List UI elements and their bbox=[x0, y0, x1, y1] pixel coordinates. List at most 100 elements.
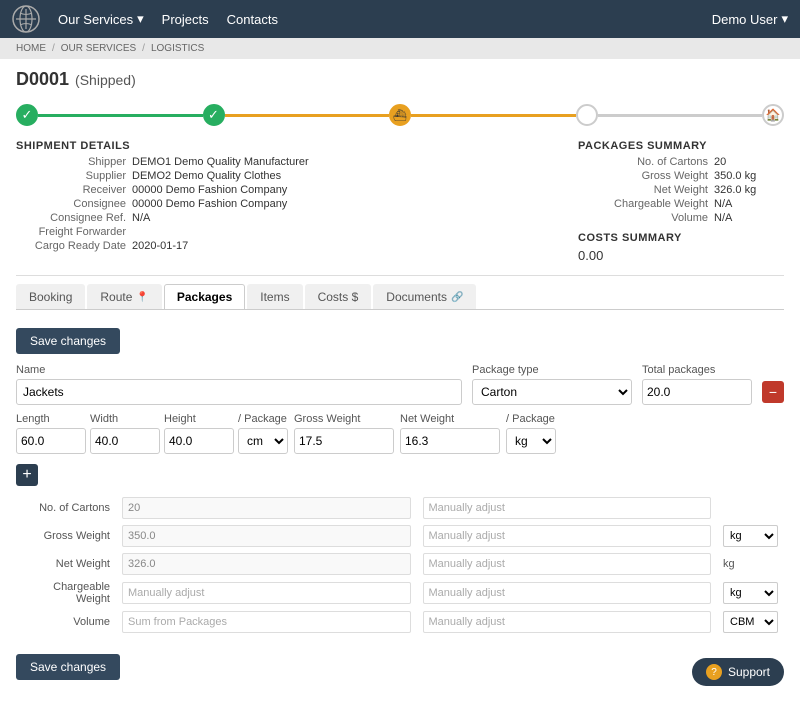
form-group-per-pkg-1: / Package cm in bbox=[238, 413, 288, 454]
net-weight-input[interactable] bbox=[400, 428, 500, 454]
packages-form: Save changes Name Package type Carton Pa… bbox=[16, 320, 784, 702]
step-booking: ✓ bbox=[16, 104, 38, 126]
summary-cell-chargeable-adjust bbox=[417, 578, 718, 608]
summary-net: Net Weight 326.0 kg bbox=[578, 184, 784, 196]
form-group-gross-weight: Gross Weight bbox=[294, 413, 394, 454]
breadcrumb: HOME / OUR SERVICES / LOGISTICS bbox=[0, 38, 800, 59]
detail-consignee: Consignee 00000 Demo Fashion Company bbox=[16, 198, 558, 210]
dim-unit-select[interactable]: cm in bbox=[238, 428, 288, 454]
volume-unit-select[interactable]: CBM CFT bbox=[723, 611, 778, 633]
net-weight-adjust-input[interactable] bbox=[423, 553, 712, 575]
gross-weight-adjust-input[interactable] bbox=[423, 525, 712, 547]
tab-documents[interactable]: Documents 🔗 bbox=[373, 284, 476, 309]
nav-our-services[interactable]: Our Services ▾ bbox=[58, 11, 144, 27]
summary-label-net: Net Weight bbox=[16, 550, 116, 578]
net-weight-value-input[interactable] bbox=[122, 553, 411, 575]
form-group-pkg-type: Package type Carton Pallet Box bbox=[472, 364, 632, 405]
tab-route[interactable]: Route 📍 bbox=[87, 284, 161, 309]
save-changes-top-button[interactable]: Save changes bbox=[16, 328, 120, 354]
tab-items[interactable]: Items bbox=[247, 284, 302, 309]
height-input[interactable] bbox=[164, 428, 234, 454]
add-package-row-button[interactable]: + bbox=[16, 464, 38, 486]
breadcrumb-logistics[interactable]: LOGISTICS bbox=[151, 43, 204, 54]
chargeable-unit-select[interactable]: kg lb bbox=[723, 582, 778, 604]
form-group-length: Length bbox=[16, 413, 84, 454]
breadcrumb-home[interactable]: HOME bbox=[16, 43, 46, 54]
pin-icon: 📍 bbox=[136, 292, 148, 303]
tab-booking[interactable]: Booking bbox=[16, 284, 85, 309]
summary-row-chargeable: Chargeable Weight kg lb bbox=[16, 578, 784, 608]
volume-adjust-input[interactable] bbox=[423, 611, 712, 633]
summary-row-gross-weight: Gross Weight kg lb bbox=[16, 522, 784, 550]
nav-contacts[interactable]: Contacts bbox=[227, 12, 278, 27]
step-line-4 bbox=[598, 114, 763, 117]
summary-row-net-weight: Net Weight kg bbox=[16, 550, 784, 578]
summary-cell-volume-value bbox=[116, 608, 417, 636]
summary-cell-chargeable-value bbox=[116, 578, 417, 608]
summary-volume: Volume N/A bbox=[578, 212, 784, 224]
form-row-1: Name Package type Carton Pallet Box Tota… bbox=[16, 364, 784, 405]
detail-receiver: Receiver 00000 Demo Fashion Company bbox=[16, 184, 558, 196]
label-net-weight: Net Weight bbox=[400, 413, 500, 425]
shipment-details-title: SHIPMENT DETAILS bbox=[16, 140, 558, 152]
volume-value-input[interactable] bbox=[122, 611, 411, 633]
summary-cell-gross-unit: kg lb bbox=[717, 522, 784, 550]
package-name-input[interactable] bbox=[16, 379, 462, 405]
detail-supplier: Supplier DEMO2 Demo Quality Clothes bbox=[16, 170, 558, 182]
width-input[interactable] bbox=[90, 428, 160, 454]
progress-bar: ✓ ✓ ⛴ 🏠 bbox=[16, 104, 784, 126]
label-per-pkg-2: / Package bbox=[506, 413, 556, 425]
package-type-select[interactable]: Carton Pallet Box bbox=[472, 379, 632, 405]
step-delivered: 🏠 bbox=[762, 104, 784, 126]
summary-label-chargeable: Chargeable Weight bbox=[16, 578, 116, 608]
summary-cell-volume-adjust bbox=[417, 608, 718, 636]
summary-cartons: No. of Cartons 20 bbox=[578, 156, 784, 168]
logo-icon bbox=[12, 5, 40, 33]
step-line-1 bbox=[38, 114, 203, 117]
step-line-2 bbox=[225, 114, 390, 117]
summary-row-volume: Volume CBM CFT bbox=[16, 608, 784, 636]
ship-icon: ⛴ bbox=[393, 109, 407, 122]
nav-projects[interactable]: Projects bbox=[162, 12, 209, 27]
packages-summary: PACKAGES SUMMARY No. of Cartons 20 Gross… bbox=[578, 140, 784, 224]
weight-unit-select[interactable]: kg lb bbox=[506, 428, 556, 454]
summary-cell-gross-value bbox=[116, 522, 417, 550]
detail-freight: Freight Forwarder bbox=[16, 226, 558, 238]
detail-shipper: Shipper DEMO1 Demo Quality Manufacturer bbox=[16, 156, 558, 168]
navbar: Our Services ▾ Projects Contacts Demo Us… bbox=[0, 0, 800, 38]
summary-cell-net-value bbox=[116, 550, 417, 578]
breadcrumb-our-services[interactable]: OUR SERVICES bbox=[61, 43, 136, 54]
right-summary: PACKAGES SUMMARY No. of Cartons 20 Gross… bbox=[578, 140, 784, 263]
save-changes-bottom-button[interactable]: Save changes bbox=[16, 654, 120, 680]
summary-cell-cartons-unit bbox=[717, 494, 784, 522]
tab-packages[interactable]: Packages bbox=[164, 284, 245, 309]
step-arrived bbox=[576, 104, 598, 126]
gross-unit-select[interactable]: kg lb bbox=[723, 525, 778, 547]
page-status: (Shipped) bbox=[75, 72, 136, 88]
chargeable-value-input[interactable] bbox=[122, 582, 411, 604]
label-per-pkg-1: / Package bbox=[238, 413, 288, 425]
detail-consignee-ref: Consignee Ref. N/A bbox=[16, 212, 558, 224]
cartons-value-input[interactable] bbox=[122, 497, 411, 519]
summary-cell-volume-unit: CBM CFT bbox=[717, 608, 784, 636]
navbar-left: Our Services ▾ Projects Contacts bbox=[12, 5, 278, 33]
form-group-net-weight: Net Weight bbox=[400, 413, 500, 454]
user-menu[interactable]: Demo User ▾ bbox=[712, 11, 788, 27]
chargeable-adjust-input[interactable] bbox=[423, 582, 712, 604]
label-width: Width bbox=[90, 413, 158, 425]
tab-costs[interactable]: Costs $ bbox=[305, 284, 372, 309]
chevron-down-icon-user: ▾ bbox=[781, 11, 788, 27]
gross-weight-value-input[interactable] bbox=[122, 525, 411, 547]
dimension-row: Length Width Height / Package cm in Gros… bbox=[16, 413, 784, 454]
remove-package-button[interactable]: − bbox=[762, 381, 784, 403]
details-section: SHIPMENT DETAILS Shipper DEMO1 Demo Qual… bbox=[16, 140, 784, 263]
step-line-3 bbox=[411, 114, 576, 117]
total-packages-input[interactable] bbox=[642, 379, 752, 405]
support-button[interactable]: ? Support bbox=[692, 658, 784, 686]
label-name: Name bbox=[16, 364, 462, 376]
gross-weight-input[interactable] bbox=[294, 428, 394, 454]
step-shipped: ⛴ bbox=[389, 104, 411, 126]
length-input[interactable] bbox=[16, 428, 86, 454]
check-icon-2: ✓ bbox=[208, 107, 219, 123]
cartons-adjust-input[interactable] bbox=[423, 497, 712, 519]
